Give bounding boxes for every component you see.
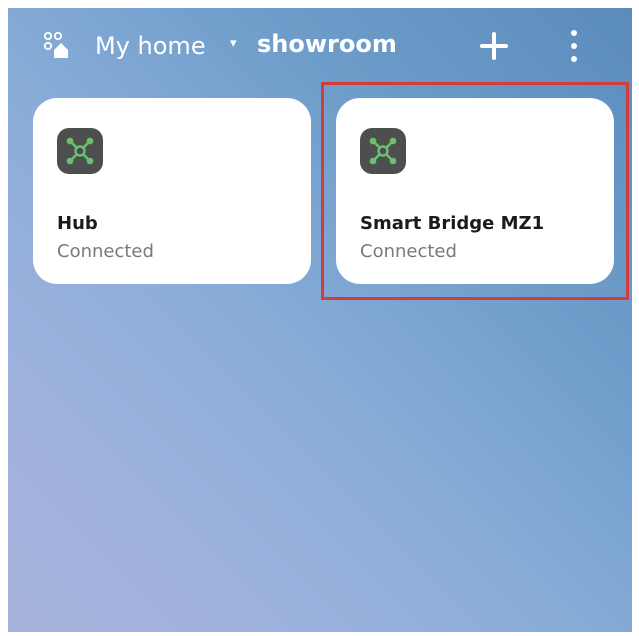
add-icon[interactable] (476, 28, 512, 64)
home-selector[interactable]: My home (95, 32, 206, 60)
device-name: Hub (57, 213, 98, 234)
device-name: Smart Bridge MZ1 (360, 213, 545, 234)
app-screen: My home ▾ showroom Hub Connected Smart B… (8, 8, 632, 632)
more-vertical-icon[interactable] (564, 26, 584, 66)
device-status: Connected (360, 241, 457, 262)
device-status: Connected (57, 241, 154, 262)
device-card-hub[interactable]: Hub Connected (33, 98, 311, 284)
device-card-smart-bridge[interactable]: Smart Bridge MZ1 Connected (336, 98, 614, 284)
hub-network-icon (57, 128, 103, 174)
room-name[interactable]: showroom (257, 30, 397, 58)
hub-network-icon (360, 128, 406, 174)
top-bar: My home ▾ showroom (8, 8, 632, 88)
home-grid-icon[interactable] (42, 30, 72, 60)
chevron-down-icon[interactable]: ▾ (230, 36, 237, 51)
